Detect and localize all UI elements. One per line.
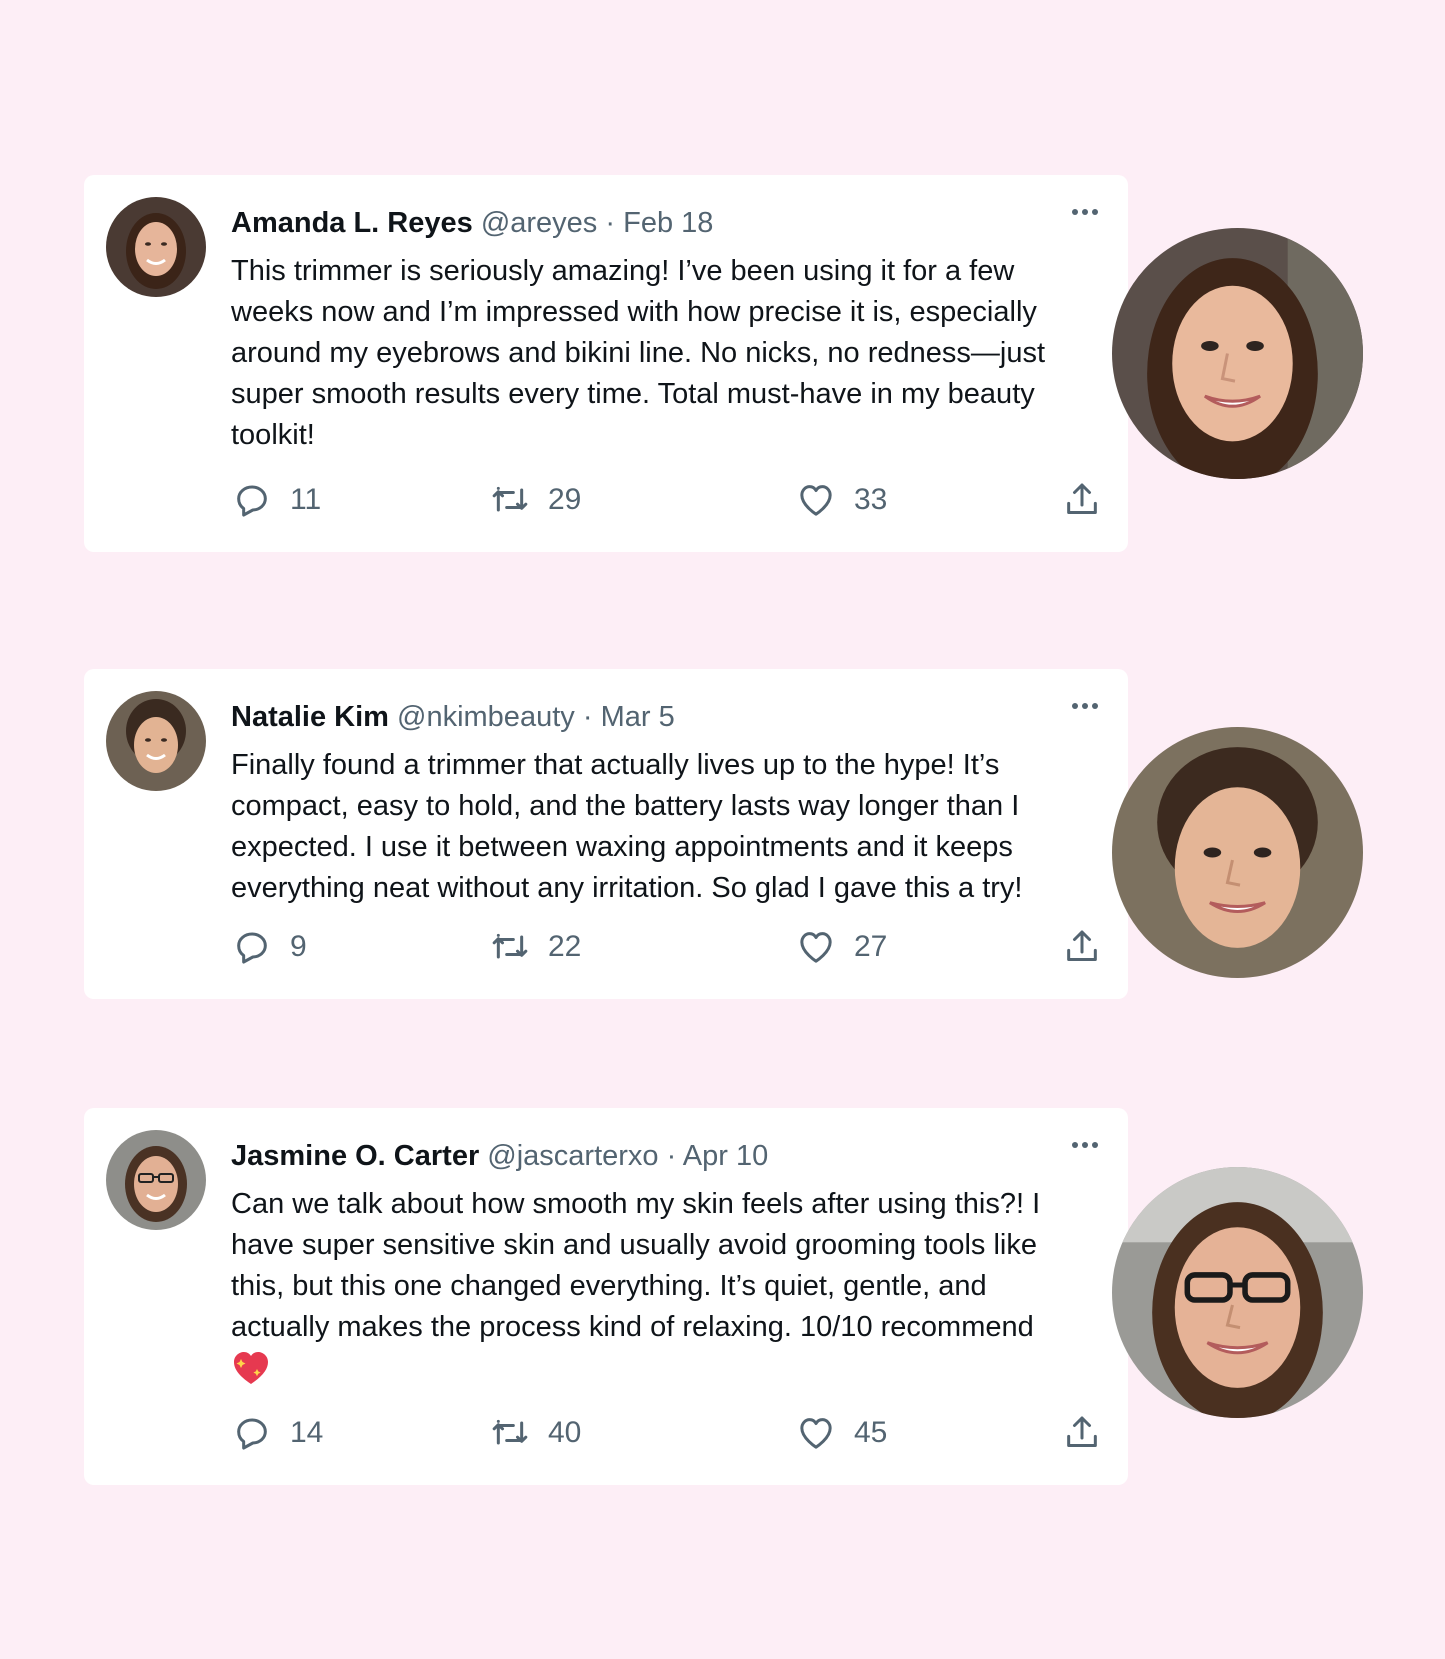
- like-button[interactable]: 33: [796, 480, 887, 520]
- reply-icon: [232, 1413, 272, 1453]
- share-button[interactable]: [1062, 1413, 1102, 1453]
- reply-button[interactable]: 14: [232, 1413, 323, 1453]
- reply-count: 9: [290, 930, 307, 963]
- share-button[interactable]: [1062, 480, 1102, 520]
- like-button[interactable]: 27: [796, 927, 887, 967]
- retweet-count: 22: [548, 930, 582, 963]
- author-name[interactable]: Jasmine O. Carter: [231, 1140, 479, 1172]
- reply-icon: [232, 480, 272, 520]
- separator: ·: [666, 1140, 677, 1172]
- retweet-button[interactable]: 29: [490, 480, 581, 520]
- retweet-count: 29: [548, 483, 582, 516]
- like-count: 45: [854, 1416, 888, 1449]
- separator: ·: [605, 207, 616, 239]
- large-avatar: [1112, 228, 1363, 479]
- tweet-card[interactable]: Jasmine O. Carter @jascarterxo · Apr 10 …: [84, 1108, 1128, 1485]
- separator: ·: [582, 701, 593, 733]
- reply-button[interactable]: 11: [232, 480, 321, 520]
- tweet-card[interactable]: Amanda L. Reyes @areyes · Feb 18 This tr…: [84, 175, 1128, 552]
- large-avatar: [1112, 727, 1363, 978]
- retweet-button[interactable]: 40: [490, 1413, 581, 1453]
- tweet-actions: 14 40 45: [232, 1413, 1102, 1457]
- tweet-text: Can we talk about how smooth my skin fee…: [231, 1188, 1041, 1343]
- tweet-date[interactable]: Mar 5: [601, 701, 675, 733]
- reply-count: 14: [290, 1416, 324, 1449]
- more-icon[interactable]: [1072, 1142, 1098, 1148]
- retweet-icon: [490, 480, 530, 520]
- author-name[interactable]: Natalie Kim: [231, 701, 389, 733]
- reply-button[interactable]: 9: [232, 927, 307, 967]
- share-icon: [1062, 1413, 1102, 1453]
- retweet-count: 40: [548, 1416, 582, 1449]
- avatar[interactable]: [106, 1130, 206, 1230]
- sparkling-heart-icon: [234, 1352, 268, 1385]
- tweet-card[interactable]: Natalie Kim @nkimbeauty · Mar 5 Finally …: [84, 669, 1128, 999]
- like-count: 33: [854, 483, 888, 516]
- reply-icon: [232, 927, 272, 967]
- reply-count: 11: [290, 483, 322, 516]
- heart-icon: [796, 1413, 836, 1453]
- heart-icon: [796, 927, 836, 967]
- tweet-date[interactable]: Feb 18: [623, 207, 713, 239]
- retweet-icon: [490, 927, 530, 967]
- tweet-text-container: Can we talk about how smooth my skin fee…: [231, 1184, 1091, 1389]
- tweet-actions: 11 29 33: [232, 480, 1102, 524]
- avatar[interactable]: [106, 691, 206, 791]
- tweet-text: This trimmer is seriously amazing! I’ve …: [231, 255, 1046, 451]
- avatar[interactable]: [106, 197, 206, 297]
- share-icon: [1062, 927, 1102, 967]
- share-button[interactable]: [1062, 927, 1102, 967]
- tweet-text: Finally found a trimmer that actually li…: [231, 749, 1023, 904]
- retweet-button[interactable]: 22: [490, 927, 581, 967]
- heart-icon: [796, 480, 836, 520]
- author-handle[interactable]: @jascarterxo: [487, 1140, 658, 1172]
- large-avatar: [1112, 1167, 1363, 1418]
- more-icon[interactable]: [1072, 209, 1098, 215]
- like-button[interactable]: 45: [796, 1413, 887, 1453]
- share-icon: [1062, 480, 1102, 520]
- retweet-icon: [490, 1413, 530, 1453]
- author-name[interactable]: Amanda L. Reyes: [231, 207, 473, 239]
- author-handle[interactable]: @nkimbeauty: [397, 701, 575, 733]
- more-icon[interactable]: [1072, 703, 1098, 709]
- tweet-date[interactable]: Apr 10: [683, 1140, 768, 1172]
- like-count: 27: [854, 930, 888, 963]
- tweet-actions: 9 22 27: [232, 927, 1102, 971]
- author-handle[interactable]: @areyes: [481, 207, 597, 239]
